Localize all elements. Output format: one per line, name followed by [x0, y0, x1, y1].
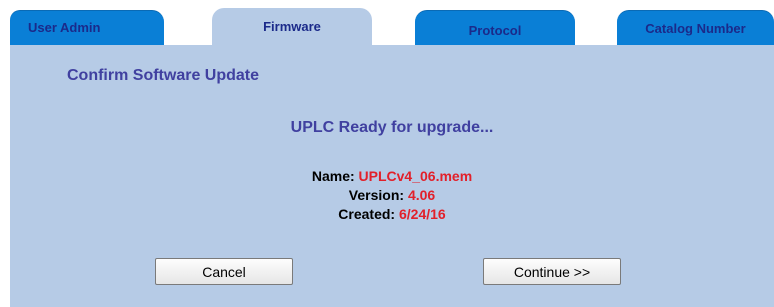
tab-protocol[interactable]: Protocol [415, 10, 575, 46]
firmware-name-row: Name: UPLCv4_06.mem [10, 167, 774, 186]
tab-label: Protocol [468, 23, 522, 38]
firmware-version-label: Version: [348, 187, 405, 203]
tab-firmware[interactable]: Firmware [212, 8, 372, 46]
tab-label: User Admin [28, 20, 101, 35]
page-title: Confirm Software Update [67, 67, 260, 84]
tab-catalog-number[interactable]: Catalog Number [617, 10, 774, 46]
tab-user-admin[interactable]: User Admin [10, 10, 164, 46]
firmware-version-row: Version: 4.06 [10, 186, 774, 205]
firmware-version-value: 4.06 [407, 187, 436, 203]
firmware-name-label: Name: [311, 168, 355, 184]
tab-bar: User Admin Firmware Protocol Catalog Num… [0, 0, 774, 46]
cancel-button[interactable]: Cancel [155, 258, 293, 285]
firmware-created-row: Created: 6/24/16 [10, 205, 774, 224]
firmware-created-label: Created: [338, 206, 396, 222]
tab-label: Catalog Number [645, 21, 746, 36]
status-message: UPLC Ready for upgrade... [290, 119, 494, 136]
continue-button[interactable]: Continue >> [483, 258, 621, 285]
tab-label: Firmware [263, 19, 321, 34]
firmware-name-value: UPLCv4_06.mem [358, 168, 473, 184]
firmware-created-value: 6/24/16 [398, 206, 446, 222]
firmware-panel: Confirm Software Update UPLC Ready for u… [10, 45, 774, 307]
